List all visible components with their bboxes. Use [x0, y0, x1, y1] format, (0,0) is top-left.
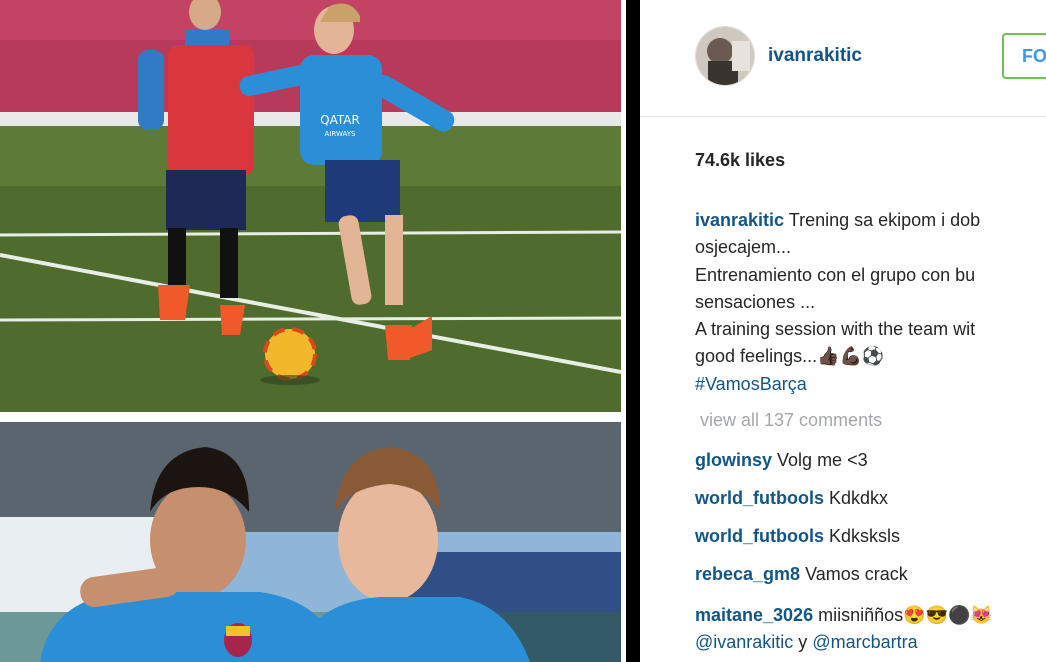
- comment-item: rebeca_gm8 Vamos crack: [695, 564, 1046, 602]
- comment-item: world_futbools Kdksksls: [695, 526, 1046, 564]
- comment-item: glowinsy Volg me <3: [695, 450, 1046, 488]
- caption-line-1: ivanrakitic Trening sa ekipom i dob: [695, 207, 1046, 234]
- comment-text: Kdkdkx: [829, 488, 889, 508]
- comment-username[interactable]: world_futbools: [695, 526, 824, 546]
- comment-mention[interactable]: @ivanrakitic: [695, 632, 793, 652]
- comment-username[interactable]: maitane_3026: [695, 605, 813, 625]
- post-photo-selfie[interactable]: [0, 422, 621, 662]
- avatar[interactable]: [695, 26, 755, 86]
- comment-username[interactable]: world_futbools: [695, 488, 824, 508]
- comment-username[interactable]: glowinsy: [695, 450, 772, 470]
- comment-username[interactable]: rebeca_gm8: [695, 564, 800, 584]
- photo-collage: QATAR AIRWAYS: [0, 0, 626, 662]
- sponsor-sub-text: AIRWAYS: [325, 130, 356, 138]
- comment-text: Kdksksls: [829, 526, 901, 546]
- sponsor-text: QATAR: [320, 113, 360, 127]
- comment-mention-joiner: y: [793, 632, 813, 652]
- comment-text: miisniñños😍😎⚫😻: [818, 605, 993, 625]
- caption-line-4: sensaciones ...: [695, 291, 816, 312]
- caption-username[interactable]: ivanrakitic: [695, 210, 784, 230]
- caption-line-5: A training session with the team wit: [695, 319, 976, 340]
- comment-text: Vamos crack: [805, 564, 908, 584]
- post-photo-training[interactable]: QATAR AIRWAYS: [0, 0, 621, 412]
- caption-line-2: osjecajem...: [695, 237, 792, 258]
- view-all-comments-link[interactable]: view all 137 comments: [700, 410, 882, 431]
- likes-count[interactable]: 74.6k likes: [695, 150, 785, 171]
- post-header: ivanrakitic FO: [640, 0, 1046, 117]
- post-details-panel: ivanrakitic FO 74.6k likes ivanrakitic T…: [640, 0, 1046, 662]
- comment-item: maitane_3026 miisniñños😍😎⚫😻 @ivanrakitic…: [695, 602, 1046, 656]
- caption-line-6: good feelings...👍🏿💪🏿⚽: [695, 346, 885, 367]
- post-caption: ivanrakitic Trening sa ekipom i dob osje…: [695, 207, 1046, 398]
- caption-hashtag[interactable]: #VamosBarça: [695, 371, 1046, 398]
- comment-text: Volg me <3: [777, 450, 868, 470]
- comment-item: world_futbools Kdkdkx: [695, 488, 1046, 526]
- comments-list: glowinsy Volg me <3 world_futbools Kdkdk…: [695, 450, 1046, 656]
- caption-text-1: Trening sa ekipom i dob: [788, 210, 981, 230]
- post-author-username[interactable]: ivanrakitic: [768, 45, 862, 67]
- caption-line-3: Entrenamiento con el grupo con bu: [695, 264, 976, 285]
- comment-mention[interactable]: @marcbartra: [812, 632, 917, 652]
- follow-button[interactable]: FO: [1002, 33, 1046, 79]
